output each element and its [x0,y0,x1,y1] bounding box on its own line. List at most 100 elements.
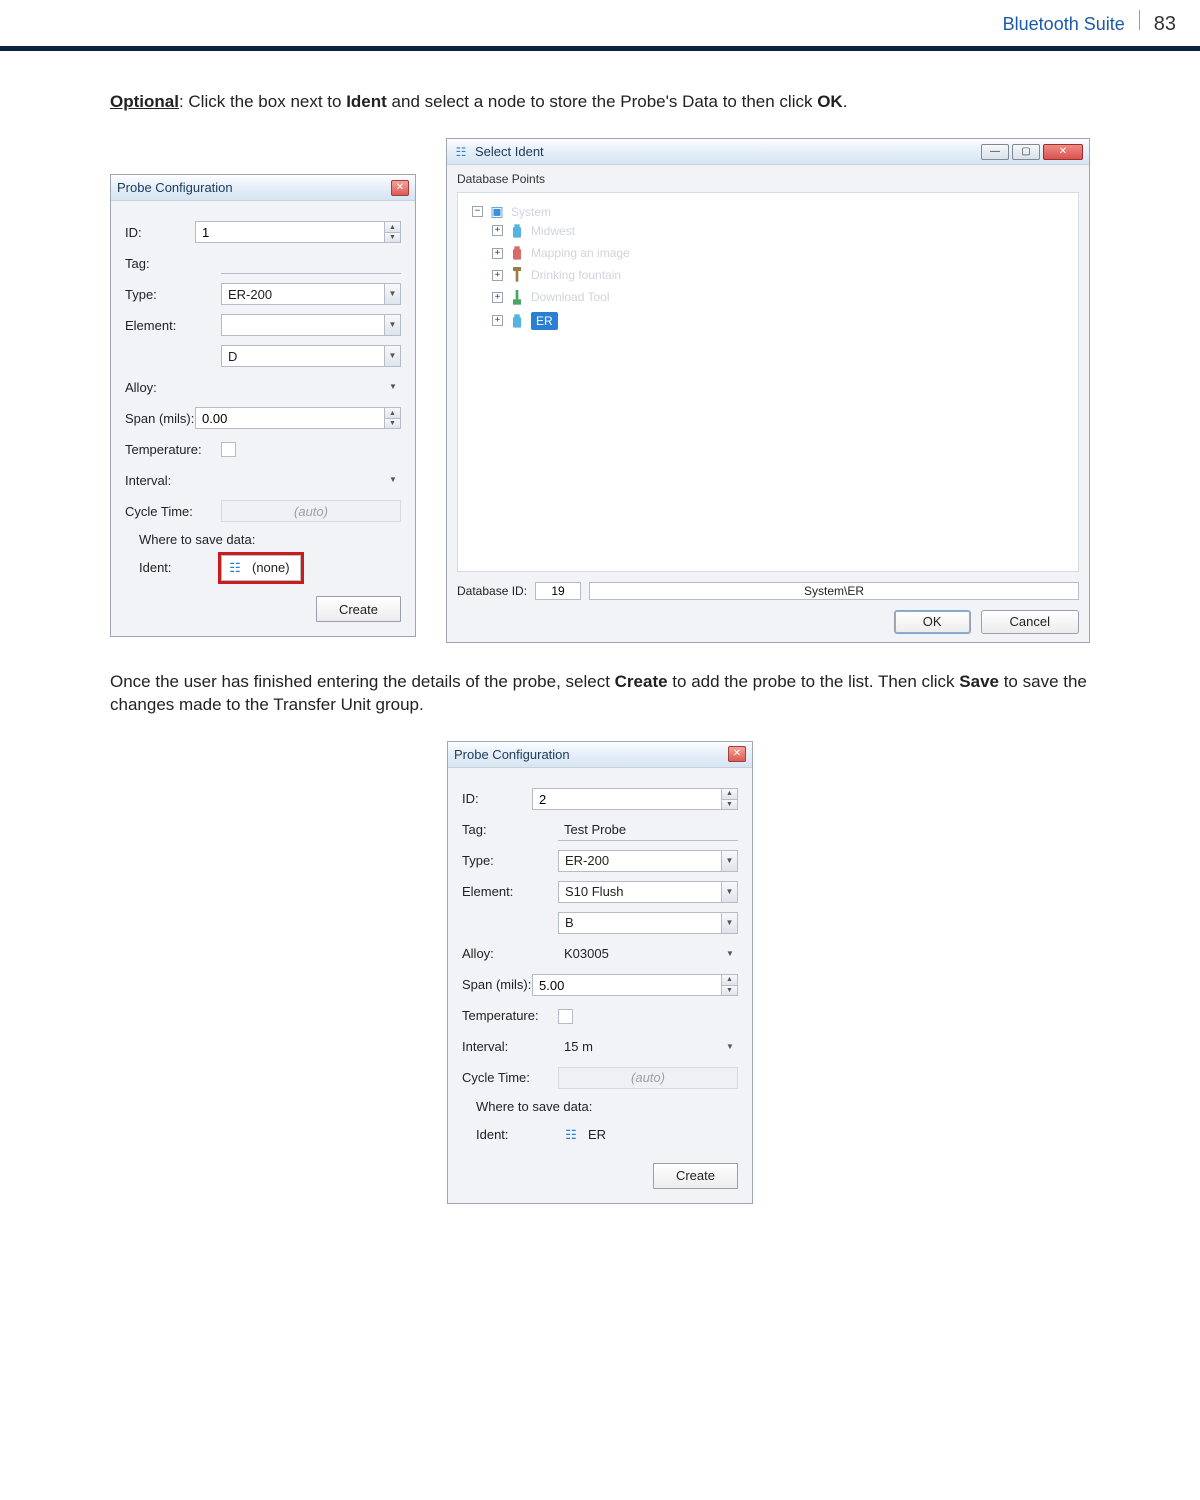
node-icon [509,245,525,261]
label-id: ID: [462,790,532,808]
tree-expander-icon[interactable]: + [492,292,503,303]
tree-expander-icon[interactable]: + [492,315,503,326]
close-icon[interactable]: ✕ [391,180,409,196]
chevron-down-icon: ▼ [384,315,400,335]
label-tag: Tag: [125,255,221,273]
chevron-down-icon: ▼ [384,346,400,366]
chevron-down-icon: ▼ [721,882,737,902]
paragraph-optional: Optional: Click the box next to Ident an… [110,91,1090,114]
cancel-button[interactable]: Cancel [981,610,1079,634]
ident-value: (none) [252,559,290,577]
interval-select[interactable]: 15 m▼ [558,1036,738,1058]
tree-node[interactable]: Download Tool [531,289,610,305]
label-alloy: Alloy: [125,379,221,397]
tree-expander-icon[interactable]: + [492,225,503,236]
id-field[interactable]: ▲▼ [195,221,401,243]
header-divider [1139,10,1140,30]
span-field[interactable]: ▲▼ [195,407,401,429]
temperature-checkbox[interactable] [558,1009,573,1024]
label-interval: Interval: [125,472,221,490]
ident-picker[interactable]: ☷ ER [558,1122,616,1148]
dialog-titlebar[interactable]: Probe Configuration ✕ [111,175,415,202]
section-name: Bluetooth Suite [1003,12,1125,36]
node-icon [509,223,525,239]
label-type: Type: [125,286,221,304]
dialog-titlebar[interactable]: Probe Configuration ✕ [448,742,752,769]
element-sub-select[interactable]: B▼ [558,912,738,934]
tree-expander-icon[interactable]: + [492,248,503,259]
tag-field[interactable] [558,819,738,841]
maximize-icon[interactable]: ▢ [1012,144,1040,160]
dialog-titlebar[interactable]: ☷ Select Ident — ▢ ✕ [447,139,1089,166]
tree-icon: ☷ [562,1126,580,1144]
cycle-time-field: (auto) [221,500,401,522]
tree-view[interactable]: − ▣ System + Midwest + Mapping an image + D… [457,192,1079,572]
element-select[interactable]: ▼ [221,314,401,336]
tree-icon: ☷ [226,559,244,577]
chevron-down-icon: ▼ [722,1036,738,1058]
stepper-icon[interactable]: ▲▼ [384,408,400,428]
id-field[interactable]: ▲▼ [532,788,738,810]
tree-icon: ☷ [453,144,469,160]
label-temperature: Temperature: [462,1007,558,1025]
element-select[interactable]: S10 Flush▼ [558,881,738,903]
page-number: 83 [1154,11,1176,38]
paragraph-create-save: Once the user has finished entering the … [110,671,1090,717]
chevron-down-icon: ▼ [722,943,738,965]
chevron-down-icon: ▼ [384,284,400,304]
ident-value: ER [588,1126,606,1144]
label-span: Span (mils): [125,410,195,428]
label-temperature: Temperature: [125,441,221,459]
tree-node[interactable]: Mapping an image [531,245,630,261]
chevron-down-icon: ▼ [721,913,737,933]
alloy-select[interactable]: ▼ [221,376,401,398]
probe-configuration-dialog: Probe Configuration ✕ ID: ▲▼ Tag: Type: … [110,174,416,637]
type-select[interactable]: ER-200▼ [558,850,738,872]
label-save-section: Where to save data: [476,1098,738,1116]
folder-icon: ▣ [489,204,505,220]
label-type: Type: [462,852,558,870]
create-button[interactable]: Create [653,1163,738,1189]
database-id-label: Database ID: [457,583,527,599]
tree-node[interactable]: Midwest [531,223,575,239]
ident-picker[interactable]: ☷ (none) [221,555,301,581]
database-id-field[interactable] [535,582,581,600]
label-ident: Ident: [139,559,221,577]
tree-node-selected[interactable]: ER [531,312,558,330]
node-icon [509,290,525,306]
alloy-select[interactable]: K03005▼ [558,943,738,965]
tree-node[interactable]: Drinking fountain [531,267,621,283]
label-save-section: Where to save data: [139,531,401,549]
span-field[interactable]: ▲▼ [532,974,738,996]
label-cycle: Cycle Time: [462,1069,558,1087]
chevron-down-icon: ▼ [385,469,401,491]
close-icon[interactable]: ✕ [728,746,746,762]
tree-node-root[interactable]: System [511,204,551,220]
element-sub-select[interactable]: D▼ [221,345,401,367]
close-icon[interactable]: ✕ [1043,144,1083,160]
type-select[interactable]: ER-200▼ [221,283,401,305]
ok-button[interactable]: OK [894,610,971,634]
stepper-icon[interactable]: ▲▼ [721,975,737,995]
dialog-title: Probe Configuration [454,746,570,764]
label-ident: Ident: [476,1126,558,1144]
create-button[interactable]: Create [316,596,401,622]
minimize-icon[interactable]: — [981,144,1009,160]
node-icon [509,267,525,283]
stepper-icon[interactable]: ▲▼ [384,222,400,242]
id-input[interactable] [196,222,384,242]
page-header: Bluetooth Suite 83 [0,0,1200,44]
database-points-label: Database Points [457,171,1079,187]
label-element: Element: [125,317,221,335]
tag-field[interactable] [221,252,401,274]
interval-select[interactable]: ▼ [221,469,401,491]
stepper-icon[interactable]: ▲▼ [721,789,737,809]
label-cycle: Cycle Time: [125,503,221,521]
select-ident-dialog: ☷ Select Ident — ▢ ✕ Database Points [446,138,1090,643]
probe-configuration-dialog-filled: Probe Configuration ✕ ID: ▲▼ Tag: Type: … [447,741,753,1204]
tree-expander-icon[interactable]: − [472,206,483,217]
label-alloy: Alloy: [462,945,558,963]
tree-expander-icon[interactable]: + [492,270,503,281]
database-path-field[interactable] [589,582,1079,600]
temperature-checkbox[interactable] [221,442,236,457]
